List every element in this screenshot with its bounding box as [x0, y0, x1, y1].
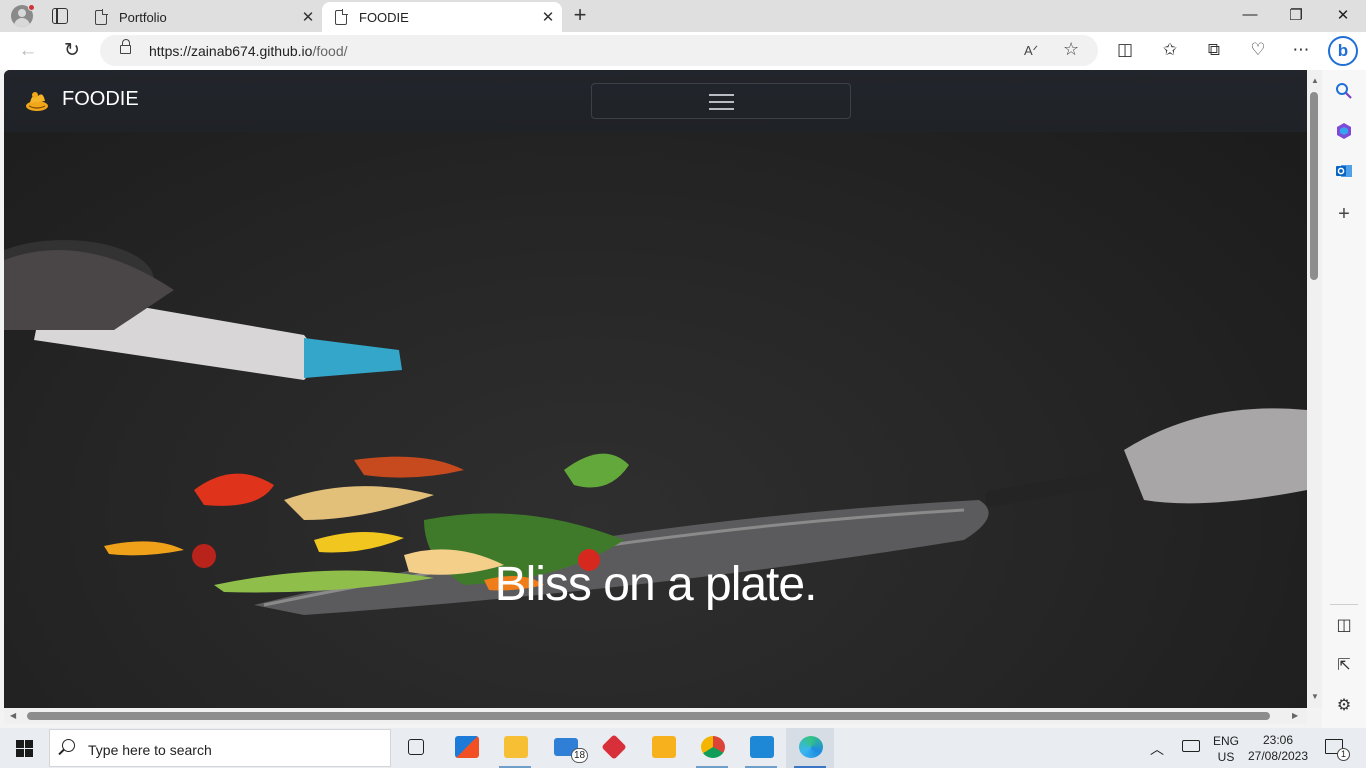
file-explorer-icon[interactable]: [491, 728, 539, 768]
search-icon[interactable]: [1334, 82, 1354, 102]
battery-icon[interactable]: [1182, 740, 1200, 752]
bitcoin-icon[interactable]: [639, 728, 687, 768]
scrollbar-thumb[interactable]: [1310, 92, 1318, 280]
vscode-icon[interactable]: [737, 728, 785, 768]
address-bar[interactable]: https://zainab674.github.io/food/ Aᐟ ☆: [100, 35, 1098, 66]
show-hidden-icons[interactable]: ︿: [1150, 739, 1164, 759]
task-view-icon[interactable]: [392, 728, 440, 768]
tab-title: Portfolio: [119, 9, 167, 25]
hero-tagline: Bliss on a plate.: [494, 558, 818, 611]
window-close-icon[interactable]: ✕: [1320, 6, 1366, 24]
profile-notification-dot: [28, 4, 35, 11]
tab-title: FOODIE: [359, 9, 409, 25]
taskbar-search-input[interactable]: Type here to search: [49, 729, 391, 767]
edge-icon[interactable]: [786, 728, 834, 768]
bing-copilot-icon[interactable]: b: [1328, 36, 1358, 66]
edge-sidebar: + ◫ ⇱ ⚙: [1322, 70, 1366, 728]
search-icon: [62, 739, 75, 752]
notification-count: 1: [1337, 748, 1350, 761]
hamburger-line: [709, 108, 734, 110]
site-navbar: FOODIE: [4, 70, 1307, 132]
external-link-icon[interactable]: ⇱: [1334, 656, 1354, 676]
minimize-icon[interactable]: —: [1227, 6, 1273, 23]
url-host: https://zainab674.github.io: [149, 43, 313, 59]
url-path: /food/: [312, 43, 348, 59]
windows-start-icon[interactable]: [16, 740, 33, 757]
browser-essentials-icon[interactable]: ♡: [1246, 40, 1270, 60]
site-brand[interactable]: FOODIE: [62, 88, 139, 111]
refresh-icon[interactable]: ↻: [60, 40, 84, 62]
favorite-star-icon[interactable]: ☆: [1063, 39, 1079, 60]
clock-date: 27/08/2023: [1247, 749, 1309, 763]
scroll-left-icon[interactable]: ◀: [10, 711, 16, 720]
new-tab-icon[interactable]: +: [569, 4, 591, 26]
oil-bottle: [4, 240, 402, 380]
settings-icon[interactable]: ⚙: [1334, 696, 1354, 716]
page-icon: [95, 8, 108, 25]
hamburger-line: [709, 94, 734, 96]
clock-time: 23:06: [1262, 733, 1294, 747]
scrollbar-thumb[interactable]: [27, 712, 1270, 720]
outlook-icon[interactable]: [1334, 162, 1354, 182]
add-icon[interactable]: +: [1334, 204, 1354, 224]
logo-icon[interactable]: [24, 87, 50, 113]
lock-icon[interactable]: [120, 39, 131, 54]
scroll-down-icon[interactable]: ▼: [1311, 692, 1319, 701]
close-icon[interactable]: ✕: [294, 8, 322, 26]
web-page: FOODIE Bliss on a plate.: [4, 70, 1307, 708]
clock[interactable]: 23:06 27/08/2023: [1246, 732, 1310, 764]
office-icon[interactable]: [1334, 122, 1354, 142]
navbar-toggler-button[interactable]: [591, 83, 851, 119]
scroll-right-icon[interactable]: ▶: [1292, 711, 1298, 720]
mail-badge: 18: [571, 748, 588, 763]
read-aloud-icon[interactable]: Aᐟ: [1024, 43, 1038, 59]
restore-icon[interactable]: ❐: [1273, 6, 1319, 24]
url-text[interactable]: https://zainab674.github.io/food/: [149, 43, 348, 59]
scroll-up-icon[interactable]: ▲: [1311, 76, 1319, 85]
language-region: US: [1217, 750, 1235, 764]
hide-sidebar-icon[interactable]: ◫: [1334, 616, 1354, 636]
microsoft-store-icon[interactable]: [442, 728, 490, 768]
search-placeholder: Type here to search: [88, 742, 212, 758]
collections-icon[interactable]: ⧉: [1202, 40, 1226, 60]
git-icon[interactable]: [590, 728, 638, 768]
close-icon[interactable]: ✕: [534, 8, 562, 26]
split-screen-icon[interactable]: ◫: [1113, 40, 1137, 60]
language-indicator[interactable]: ENG US: [1213, 733, 1239, 765]
language-code: ENG: [1213, 734, 1240, 748]
tab-portfolio[interactable]: Portfolio ✕: [82, 2, 322, 32]
tab-strip: Portfolio ✕ FOODIE ✕ + — ❐ ✕: [0, 0, 1366, 32]
horizontal-scrollbar[interactable]: ◀ ▶: [4, 708, 1307, 724]
back-icon[interactable]: ←: [16, 40, 40, 62]
more-icon[interactable]: ⋯: [1289, 40, 1313, 60]
tab-foodie[interactable]: FOODIE ✕: [322, 2, 562, 32]
sidebar-divider: [1330, 604, 1358, 605]
read-aloud-label: A: [1024, 43, 1033, 58]
vertical-scrollbar[interactable]: ▲ ▼: [1307, 70, 1322, 708]
tab-actions-icon[interactable]: [52, 8, 68, 24]
favorites-icon[interactable]: ✩: [1158, 40, 1182, 60]
page-icon: [335, 8, 348, 25]
chrome-icon[interactable]: [688, 728, 736, 768]
windows-taskbar: Type here to search 18 ︿ ENG US 23:06 27…: [0, 728, 1366, 768]
hamburger-line: [709, 101, 734, 103]
